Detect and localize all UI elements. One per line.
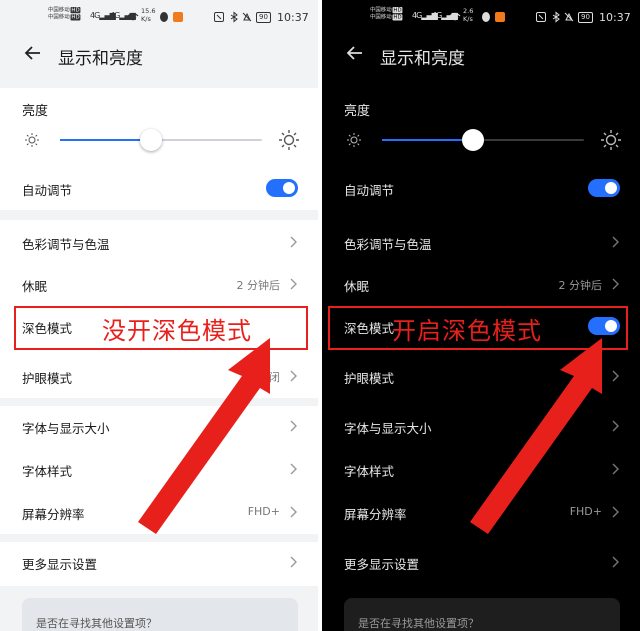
chevron-right-icon bbox=[612, 236, 619, 248]
brightness-fill bbox=[382, 139, 473, 141]
carrier-label: 中国移动 HD 中国移动 HD bbox=[48, 7, 81, 21]
network-speed: 2.6 K/s bbox=[463, 7, 474, 23]
brightness-knob[interactable] bbox=[461, 129, 484, 151]
wifi-icon bbox=[449, 12, 461, 21]
font-size-label: 字体与显示大小 bbox=[344, 421, 432, 436]
auto-adjust-toggle[interactable] bbox=[266, 179, 298, 197]
toggle-dot bbox=[283, 182, 295, 194]
title-bar: 显示和亮度 bbox=[0, 38, 318, 74]
search-suggestion-box[interactable]: 是否在寻找其他设置项？ bbox=[344, 598, 620, 631]
font-size-label: 字体与显示大小 bbox=[22, 421, 110, 436]
more-display-row[interactable]: 更多显示设置 bbox=[0, 542, 318, 584]
brightness-slider[interactable] bbox=[60, 129, 262, 151]
nfc-icon bbox=[536, 12, 546, 22]
sleep-value: 2 分钟后 bbox=[558, 279, 603, 292]
status-bar: 中国移动 HD 中国移动 HD 4G▂▄▆ 4G▂▄▆ 2.6 K/s 90 10:3… bbox=[322, 0, 640, 34]
search-suggestion-text: 是否在寻找其他设置项？ bbox=[36, 617, 157, 630]
sun-large-icon bbox=[279, 130, 299, 150]
qq-icon bbox=[482, 12, 490, 22]
toggle-dot bbox=[605, 182, 617, 194]
color-temp-label: 色彩调节与色温 bbox=[22, 237, 110, 252]
eye-comfort-label: 护眼模式 bbox=[344, 371, 395, 386]
more-display-label: 更多显示设置 bbox=[344, 557, 420, 572]
chevron-right-icon bbox=[290, 236, 297, 248]
brightness-knob[interactable] bbox=[139, 129, 162, 151]
sleep-label: 休眠 bbox=[344, 279, 370, 294]
status-clock: 10:37 bbox=[599, 11, 631, 24]
brightness-card: 亮度 自动调节 bbox=[0, 88, 318, 210]
chevron-right-icon bbox=[612, 556, 619, 568]
auto-adjust-toggle[interactable] bbox=[588, 179, 620, 197]
mute-icon bbox=[242, 12, 252, 22]
wifi-icon bbox=[127, 12, 139, 21]
color-temp-row[interactable]: 色彩调节与色温 bbox=[322, 222, 640, 264]
carrier-label: 中国移动 HD 中国移动 HD bbox=[370, 7, 403, 21]
sleep-value: 2 分钟后 bbox=[236, 279, 281, 292]
page-title: 显示和亮度 bbox=[380, 49, 465, 69]
color-temp-row[interactable]: 色彩调节与色温 bbox=[0, 222, 318, 264]
app-notification-icon bbox=[173, 12, 183, 22]
brightness-label: 亮度 bbox=[344, 104, 371, 119]
eye-comfort-label: 护眼模式 bbox=[22, 371, 73, 386]
chevron-right-icon bbox=[290, 556, 297, 568]
search-suggestion-box[interactable]: 是否在寻找其他设置项？ bbox=[22, 598, 298, 631]
title-bar: 显示和亮度 bbox=[322, 38, 640, 74]
sun-large-icon bbox=[601, 130, 621, 150]
resolution-label: 屏幕分辨率 bbox=[344, 507, 407, 522]
nfc-icon bbox=[214, 12, 224, 22]
settings-card-3: 更多显示设置 bbox=[322, 542, 640, 586]
chevron-right-icon bbox=[290, 278, 297, 290]
back-arrow-icon[interactable] bbox=[346, 44, 364, 62]
auto-adjust-row[interactable]: 自动调节 bbox=[322, 168, 640, 210]
search-suggestion-text: 是否在寻找其他设置项？ bbox=[358, 617, 479, 630]
annotation-arrow bbox=[138, 338, 270, 534]
sleep-label: 休眠 bbox=[22, 279, 48, 294]
more-display-label: 更多显示设置 bbox=[22, 557, 98, 572]
brightness-slider[interactable] bbox=[382, 129, 584, 151]
dark-mode-screen: 中国移动 HD 中国移动 HD 4G▂▄▆ 4G▂▄▆ 2.6 K/s 90 10:3… bbox=[322, 0, 640, 631]
battery-icon: 90 bbox=[578, 12, 593, 23]
bluetooth-icon bbox=[552, 11, 560, 23]
bluetooth-icon bbox=[230, 11, 238, 23]
network-speed: 15.6 K/s bbox=[141, 7, 156, 23]
chevron-right-icon bbox=[612, 278, 619, 290]
brightness-label: 亮度 bbox=[22, 104, 49, 119]
light-mode-screen: 中国移动 HD 中国移动 HD 4G▂▄▆ 4G▂▄▆ 15.6 K/s 90 10:… bbox=[0, 0, 318, 631]
color-temp-label: 色彩调节与色温 bbox=[344, 237, 432, 252]
mute-icon bbox=[564, 12, 574, 22]
page-title: 显示和亮度 bbox=[58, 49, 143, 69]
more-display-row[interactable]: 更多显示设置 bbox=[322, 542, 640, 584]
back-arrow-icon[interactable] bbox=[24, 44, 42, 62]
sleep-row[interactable]: 休眠 2 分钟后 bbox=[0, 264, 318, 306]
status-bar: 中国移动 HD 中国移动 HD 4G▂▄▆ 4G▂▄▆ 15.6 K/s 90 10:… bbox=[0, 0, 318, 34]
battery-icon: 90 bbox=[256, 12, 271, 23]
sun-small-icon bbox=[25, 133, 39, 147]
settings-card-3: 更多显示设置 bbox=[0, 542, 318, 586]
auto-adjust-row[interactable]: 自动调节 bbox=[0, 168, 318, 210]
brightness-card: 亮度 自动调节 bbox=[322, 88, 640, 210]
annotation-arrow bbox=[470, 338, 602, 534]
qq-icon bbox=[160, 12, 168, 22]
brightness-fill bbox=[60, 139, 151, 141]
auto-adjust-label: 自动调节 bbox=[22, 183, 73, 198]
sleep-row[interactable]: 休眠 2 分钟后 bbox=[322, 264, 640, 306]
auto-adjust-label: 自动调节 bbox=[344, 183, 395, 198]
font-style-label: 字体样式 bbox=[344, 464, 395, 479]
resolution-label: 屏幕分辨率 bbox=[22, 507, 85, 522]
font-style-label: 字体样式 bbox=[22, 464, 73, 479]
status-clock: 10:37 bbox=[277, 11, 309, 24]
sun-small-icon bbox=[347, 133, 361, 147]
app-notification-icon bbox=[495, 12, 505, 22]
